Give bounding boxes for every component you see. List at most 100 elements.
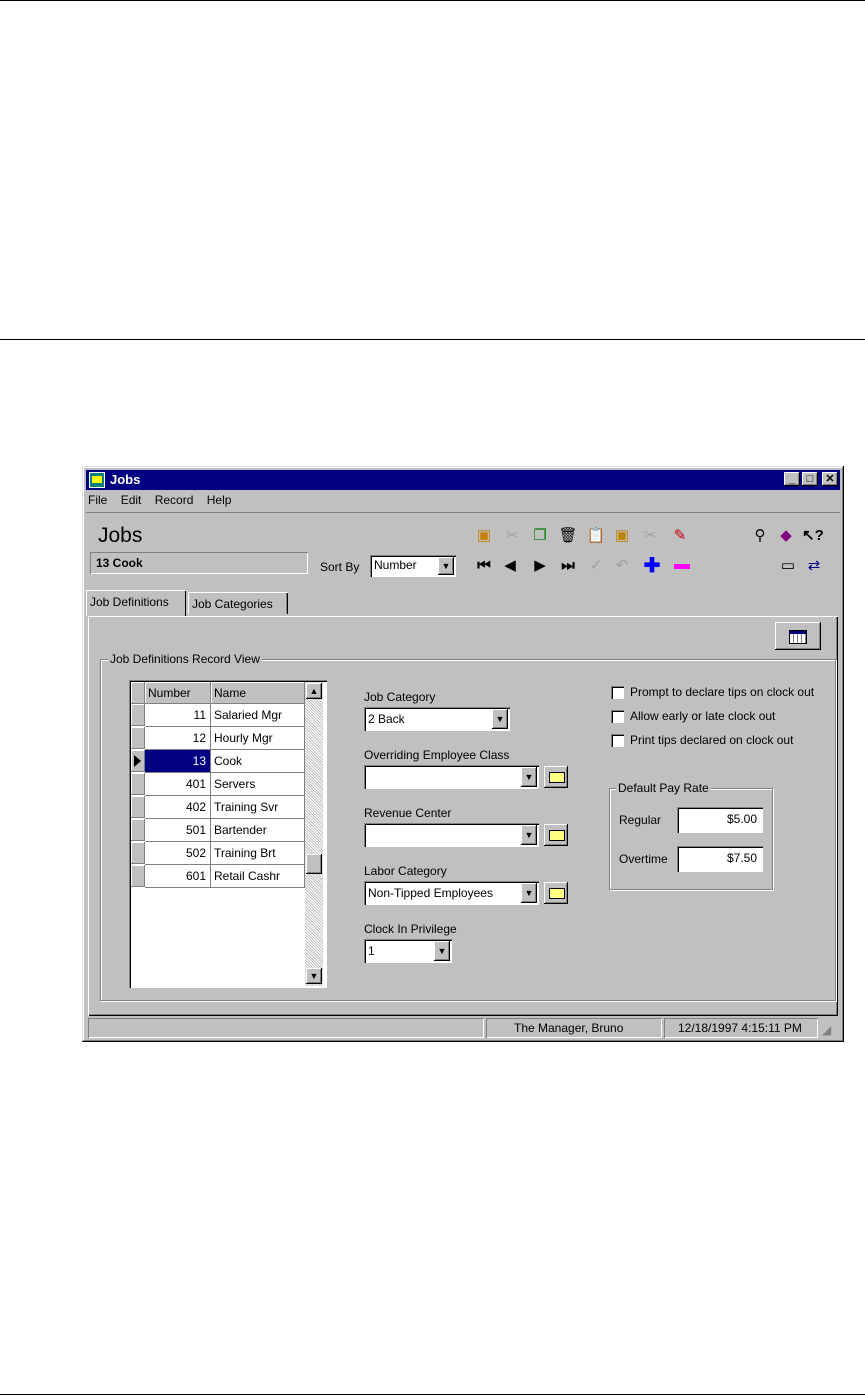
last-record-icon[interactable]: ⏭ [558, 556, 578, 576]
revenue-center-dropdown-icon[interactable]: ▼ [521, 825, 537, 845]
first-record-icon[interactable]: ⏮ [474, 556, 494, 576]
job-category-label: Job Category [364, 690, 436, 704]
job-name-cell[interactable]: Training Brt [211, 842, 305, 865]
job-number-cell[interactable]: 401 [145, 773, 211, 796]
current-record: 13 Cook [96, 556, 143, 570]
status-datetime: 12/18/1997 4:15:11 PM [664, 1018, 818, 1038]
job-name-cell[interactable]: Cook [211, 750, 305, 773]
record-view-label: Job Definitions Record View [108, 652, 262, 666]
overriding-class-label: Overriding Employee Class [364, 748, 510, 762]
edit-icon[interactable]: ✎ [670, 526, 690, 546]
clock-in-privilege-select[interactable]: 1 ▼ [364, 939, 452, 963]
sort-dropdown-icon[interactable]: ▼ [438, 557, 454, 575]
row-selector[interactable] [131, 842, 145, 864]
row-selector[interactable] [131, 704, 145, 726]
undo-icon[interactable]: ↶ [612, 556, 632, 576]
overtime-rate-field[interactable]: $7.50 [677, 846, 763, 872]
page-rule-top [0, 0, 865, 1]
row-selector[interactable] [131, 865, 145, 887]
cut-icon[interactable]: ✂ [502, 526, 522, 546]
add-record-icon[interactable]: ✚ [642, 556, 662, 576]
duplicate-icon[interactable]: ▣ [612, 526, 632, 546]
overriding-class-browse-icon[interactable] [544, 766, 568, 788]
delete-icon[interactable]: 🗑 [558, 526, 578, 546]
sort-by-label: Sort By [320, 560, 360, 574]
jobs-window: Jobs _ □ ✕ File Edit Record Help Jobs 13… [82, 466, 844, 1042]
title-bar[interactable]: Jobs _ □ ✕ [86, 470, 840, 490]
row-selector[interactable] [131, 727, 145, 749]
overriding-class-dropdown-icon[interactable]: ▼ [521, 767, 537, 787]
sort-by-select[interactable]: Number ▼ [370, 555, 456, 577]
job-name-cell[interactable]: Servers [211, 773, 305, 796]
job-category-dropdown-icon[interactable]: ▼ [492, 709, 508, 729]
maximize-button[interactable]: □ [802, 472, 818, 486]
page-rule-bottom [0, 1394, 865, 1395]
job-number-cell[interactable]: 13 [145, 750, 211, 773]
remove-record-icon[interactable] [672, 556, 692, 576]
column-header-name[interactable]: Name [211, 682, 305, 704]
job-number-cell[interactable]: 502 [145, 842, 211, 865]
scroll-down-icon[interactable]: ▼ [306, 968, 322, 984]
menu-divider [86, 512, 840, 513]
row-selector[interactable] [131, 750, 145, 772]
job-category-select[interactable]: 2 Back ▼ [364, 707, 510, 731]
labor-category-browse-icon[interactable] [544, 882, 568, 904]
menu-bar: File Edit Record Help [88, 493, 241, 507]
job-number-cell[interactable]: 12 [145, 727, 211, 750]
job-number-cell[interactable]: 501 [145, 819, 211, 842]
clear-icon[interactable]: ✂ [640, 526, 660, 546]
new-record-icon[interactable]: ▣ [474, 526, 494, 546]
whats-this-help-icon[interactable]: ↖? [802, 526, 824, 546]
display-icon[interactable]: ▭ [778, 556, 798, 576]
clock-in-privilege-dropdown-icon[interactable]: ▼ [434, 941, 450, 961]
job-list-grid[interactable]: Number Name 11 Salaried Mgr 12 Hourly Mgr 13… [129, 680, 327, 988]
row-selector[interactable] [131, 773, 145, 795]
job-number-cell[interactable]: 601 [145, 865, 211, 888]
page-title: Jobs [98, 524, 143, 547]
labor-category-select[interactable]: Non-Tipped Employees ▼ [364, 881, 539, 905]
table-view-button[interactable] [775, 622, 821, 650]
job-name-cell[interactable]: Salaried Mgr [211, 704, 305, 727]
previous-record-icon[interactable]: ◀ [500, 556, 520, 576]
grid-scrollbar[interactable] [305, 682, 323, 986]
prompt-declare-tips-checkbox[interactable] [611, 686, 624, 699]
menu-file[interactable]: File [88, 493, 107, 507]
close-button[interactable]: ✕ [822, 472, 838, 486]
job-name-cell[interactable]: Training Svr [211, 796, 305, 819]
labor-category-label: Labor Category [364, 864, 447, 878]
menu-edit[interactable]: Edit [121, 493, 142, 507]
regular-rate-field[interactable]: $5.00 [677, 807, 763, 833]
find-icon[interactable]: ⚲ [750, 526, 770, 546]
pay-rate-label: Default Pay Rate [616, 781, 711, 795]
job-number-cell[interactable]: 11 [145, 704, 211, 727]
tab-job-categories[interactable]: Job Categories [188, 592, 288, 614]
column-header-number[interactable]: Number [145, 682, 211, 704]
help-book-icon[interactable]: ◆ [776, 526, 796, 546]
labor-category-dropdown-icon[interactable]: ▼ [521, 883, 537, 903]
row-selector[interactable] [131, 796, 145, 818]
minimize-button[interactable]: _ [784, 472, 800, 486]
revenue-center-select[interactable]: ▼ [364, 823, 539, 847]
job-name-cell[interactable]: Bartender [211, 819, 305, 842]
next-record-icon[interactable]: ▶ [530, 556, 550, 576]
print-tips-declared-checkbox[interactable] [611, 734, 624, 747]
menu-help[interactable]: Help [207, 493, 232, 507]
overriding-class-select[interactable]: ▼ [364, 765, 539, 789]
menu-record[interactable]: Record [155, 493, 194, 507]
save-check-icon[interactable]: ✓ [586, 556, 606, 576]
scroll-thumb[interactable] [306, 854, 322, 874]
job-name-cell[interactable]: Retail Cashr [211, 865, 305, 888]
allow-early-late-checkbox[interactable] [611, 710, 624, 723]
paste-icon[interactable]: 📋 [586, 526, 606, 546]
revenue-center-browse-icon[interactable] [544, 824, 568, 846]
copy-icon[interactable]: ❐ [530, 526, 550, 546]
resize-grip-icon[interactable]: ◢ [822, 1022, 838, 1038]
tab-job-definitions[interactable]: Job Definitions [86, 590, 186, 616]
job-number-cell[interactable]: 402 [145, 796, 211, 819]
row-selector[interactable] [131, 819, 145, 841]
job-name-cell[interactable]: Hourly Mgr [211, 727, 305, 750]
switch-view-icon[interactable]: ⇄ [804, 556, 824, 576]
current-record-box: 13 Cook [90, 552, 308, 574]
clock-in-privilege-label: Clock In Privilege [364, 922, 457, 936]
scroll-up-icon[interactable]: ▲ [306, 683, 322, 699]
